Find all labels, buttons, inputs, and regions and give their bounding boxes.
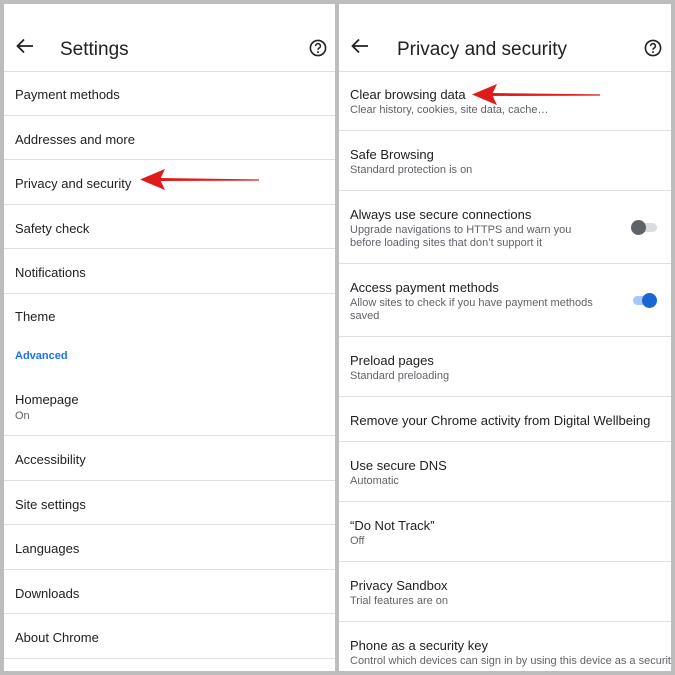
settings-item-downloads[interactable]: Downloads <box>4 570 335 614</box>
settings-item-safety-check[interactable]: Safety check <box>4 205 335 249</box>
item-summary: Off <box>350 535 365 547</box>
back-arrow-icon[interactable] <box>16 38 34 54</box>
item-summary: Control which devices can sign in by usi… <box>350 655 671 667</box>
settings-item-accessibility[interactable]: Accessibility <box>4 436 335 481</box>
item-summary: Standard preloading <box>350 370 450 382</box>
item-summary: Allow sites to check if you have payment… <box>350 297 593 322</box>
item-label: Notifications <box>15 265 86 280</box>
toggle-knob <box>642 293 657 308</box>
item-label: “Do Not Track” <box>350 518 435 533</box>
item-label: Languages <box>15 541 80 556</box>
item-label: Preload pages <box>350 353 434 368</box>
annotation-arrow-icon <box>472 84 600 105</box>
item-label: Clear browsing data <box>350 87 466 102</box>
item-label: Addresses and more <box>15 132 135 147</box>
privacy-and-security-panel: Privacy and security Clear browsing data… <box>339 4 671 671</box>
settings-item-about-chrome[interactable]: About Chrome <box>4 614 335 659</box>
privacy-item-secure-connections[interactable]: Always use secure connections Upgrade na… <box>339 191 671 264</box>
item-summary: On <box>15 410 30 422</box>
settings-item-theme[interactable]: Theme <box>4 294 335 338</box>
item-label: Safe Browsing <box>350 147 434 162</box>
item-label: Safety check <box>15 221 90 236</box>
item-label: Access payment methods <box>350 280 499 295</box>
annotation-arrow-icon <box>140 169 259 190</box>
item-label: Phone as a security key <box>350 638 489 653</box>
item-summary: Trial features are on <box>350 595 449 607</box>
privacy-item-safe-browsing[interactable]: Safe Browsing Standard protection is on <box>339 131 671 191</box>
item-summary: Automatic <box>350 475 399 487</box>
item-label: Payment methods <box>15 87 120 102</box>
item-label: Downloads <box>15 586 80 601</box>
item-label: Always use secure connections <box>350 207 532 222</box>
section-header-advanced: Advanced <box>15 350 68 362</box>
privacy-item-do-not-track[interactable]: “Do Not Track” Off <box>339 502 671 562</box>
item-label: Site settings <box>15 497 86 512</box>
privacy-item-access-payment-methods[interactable]: Access payment methods Allow sites to ch… <box>339 264 671 337</box>
settings-item-addresses[interactable]: Addresses and more <box>4 116 335 160</box>
privacy-item-phone-as-security-key[interactable]: Phone as a security key Control which de… <box>339 622 671 671</box>
item-summary: Upgrade navigations to HTTPS and warn yo… <box>350 224 572 249</box>
page-title: Privacy and security <box>397 39 568 60</box>
item-label: Use secure DNS <box>350 458 447 473</box>
item-label: Privacy and security <box>15 176 132 191</box>
back-arrow-icon[interactable] <box>351 38 369 54</box>
app-bar: Privacy and security <box>339 4 671 72</box>
item-label: About Chrome <box>15 630 99 645</box>
item-label: Privacy Sandbox <box>350 578 448 593</box>
page-title: Settings <box>60 39 129 60</box>
settings-panel: Settings Payment methods Addresses and m… <box>4 4 335 671</box>
item-label: Accessibility <box>15 452 86 467</box>
settings-item-homepage[interactable]: Homepage On <box>4 378 335 436</box>
privacy-item-digital-wellbeing[interactable]: Remove your Chrome activity from Digital… <box>339 397 671 442</box>
item-label: Remove your Chrome activity from Digital… <box>350 413 651 428</box>
secure-connections-toggle[interactable] <box>631 220 657 235</box>
settings-item-site-settings[interactable]: Site settings <box>4 481 335 525</box>
toggle-knob <box>631 220 646 235</box>
privacy-item-privacy-sandbox[interactable]: Privacy Sandbox Trial features are on <box>339 562 671 622</box>
settings-item-languages[interactable]: Languages <box>4 525 335 570</box>
item-label: Theme <box>15 309 56 324</box>
settings-item-notifications[interactable]: Notifications <box>4 249 335 294</box>
help-icon[interactable] <box>644 39 662 57</box>
app-bar: Settings <box>4 4 335 72</box>
item-label: Homepage <box>15 392 79 407</box>
access-payment-methods-toggle[interactable] <box>631 293 657 308</box>
privacy-item-secure-dns[interactable]: Use secure DNS Automatic <box>339 442 671 502</box>
item-summary: Standard protection is on <box>350 164 473 176</box>
help-icon[interactable] <box>309 39 327 57</box>
settings-item-payment-methods[interactable]: Payment methods <box>4 72 335 116</box>
privacy-item-preload-pages[interactable]: Preload pages Standard preloading <box>339 337 671 397</box>
